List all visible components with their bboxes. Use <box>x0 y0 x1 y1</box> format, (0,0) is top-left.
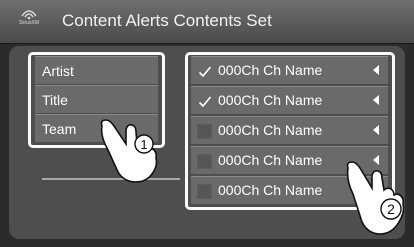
checkbox-checked[interactable] <box>197 94 212 109</box>
checkbox-unchecked[interactable] <box>197 184 212 199</box>
siriusxm-logo-icon: SiriusXM <box>17 8 41 36</box>
channel-label: 000Ch Ch Name <box>218 152 323 168</box>
check-icon <box>198 66 212 78</box>
left-arrow-icon[interactable] <box>373 65 379 75</box>
left-arrow-icon[interactable] <box>373 125 379 135</box>
channel-label: 000Ch Ch Name <box>218 122 323 138</box>
channel-label: 000Ch Ch Name <box>218 62 323 78</box>
checkbox-unchecked[interactable] <box>197 124 212 139</box>
channel-label: 000Ch Ch Name <box>218 92 323 108</box>
pointing-hand-icon: 2 <box>346 161 405 235</box>
channel-row[interactable]: 000Ch Ch Name <box>191 56 388 84</box>
category-label: Team <box>42 121 77 137</box>
page-title: Content Alerts Contents Set <box>62 11 272 30</box>
channel-label: 000Ch Ch Name <box>218 182 323 198</box>
left-arrow-icon[interactable] <box>373 95 379 105</box>
logo-text: SiriusXM <box>18 20 39 26</box>
channel-row[interactable]: 000Ch Ch Name <box>191 86 388 114</box>
category-label: Artist <box>42 63 74 79</box>
checkbox-unchecked[interactable] <box>197 154 212 169</box>
callout-number: 1 <box>140 137 147 152</box>
check-icon <box>198 96 212 108</box>
category-label: Title <box>42 92 68 108</box>
pointing-hand-icon: 1 <box>100 119 158 183</box>
header-bar: SiriusXM Content Alerts Contents Set <box>0 0 414 44</box>
category-item-artist[interactable]: Artist <box>35 56 158 84</box>
channel-row[interactable]: 000Ch Ch Name <box>191 116 388 144</box>
callout-number: 2 <box>387 201 395 217</box>
checkbox-checked[interactable] <box>197 64 212 79</box>
